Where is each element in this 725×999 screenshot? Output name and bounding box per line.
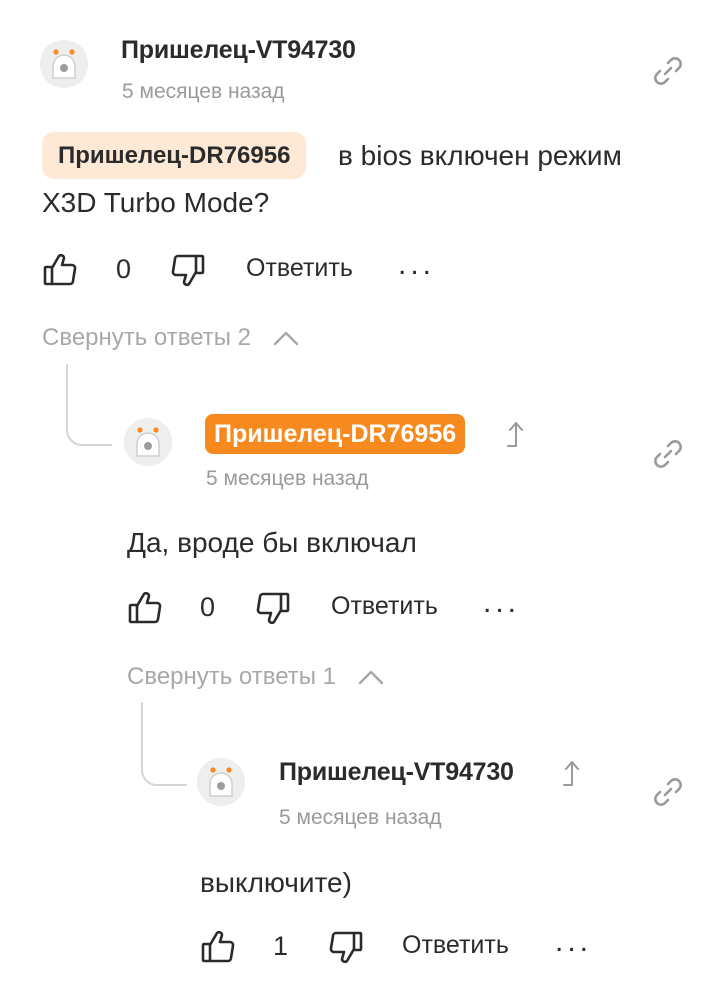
link-icon	[654, 778, 682, 806]
thumbs-up-icon	[201, 930, 235, 963]
chevron-up-icon	[273, 325, 299, 353]
link-icon	[654, 57, 682, 85]
like-count: 0	[200, 592, 216, 622]
copy-link-button[interactable]	[651, 54, 685, 88]
collapse-replies-button[interactable]: Свернуть ответы 1	[127, 663, 384, 692]
dislike-button[interactable]	[255, 590, 291, 626]
reply-button[interactable]: Ответить	[331, 592, 438, 621]
like-count: 1	[273, 931, 289, 961]
comment-text-line: в bios включен режим	[338, 140, 622, 171]
alien-avatar-icon	[197, 758, 245, 806]
dislike-button[interactable]	[328, 929, 364, 965]
alien-avatar-icon	[124, 418, 172, 466]
thread-connector	[141, 702, 189, 786]
copy-link-button[interactable]	[651, 437, 685, 471]
comment-author[interactable]: Пришелец-VT94730	[279, 758, 514, 787]
avatar[interactable]	[197, 758, 245, 806]
more-options-button[interactable]: ...	[398, 248, 435, 282]
like-count: 0	[116, 254, 132, 284]
comment-actions: 1 Ответить ...	[200, 925, 620, 969]
comment-text: Да, вроде бы включал	[127, 527, 417, 558]
jump-to-parent-button[interactable]	[560, 758, 584, 788]
avatar[interactable]	[124, 418, 172, 466]
avatar[interactable]	[40, 40, 88, 88]
alien-avatar-icon	[40, 40, 88, 88]
thumbs-down-icon	[171, 254, 205, 287]
thumbs-down-icon	[256, 592, 290, 625]
reply-button[interactable]: Ответить	[402, 931, 509, 960]
comment-author[interactable]: Пришелец-VT94730	[121, 36, 356, 65]
thumbs-up-icon	[128, 591, 162, 624]
thumbs-down-icon	[329, 931, 363, 964]
thumbs-up-icon	[43, 253, 77, 286]
reply-button[interactable]: Ответить	[246, 254, 353, 283]
comment-timestamp[interactable]: 5 месяцев назад	[279, 806, 442, 830]
chevron-up-icon	[358, 664, 384, 692]
copy-link-button[interactable]	[651, 775, 685, 809]
like-button[interactable]	[42, 252, 78, 288]
like-button[interactable]	[200, 929, 236, 965]
collapse-replies-label: Свернуть ответы 2	[42, 324, 252, 351]
collapse-replies-label: Свернуть ответы 1	[127, 663, 337, 690]
jump-to-parent-button[interactable]	[504, 419, 528, 449]
more-options-button[interactable]: ...	[483, 586, 520, 620]
comment-author-highlighted[interactable]: Пришелец-DR76956	[205, 414, 466, 454]
more-options-button[interactable]: ...	[555, 925, 592, 959]
thread-connector	[66, 364, 114, 446]
comments-thread: { "comments": [ { "author": "Пришелец-VT…	[0, 0, 725, 999]
link-icon	[654, 440, 682, 468]
comment-timestamp[interactable]: 5 месяцев назад	[122, 80, 285, 104]
comment-timestamp[interactable]: 5 месяцев назад	[206, 467, 369, 491]
jump-to-parent-icon	[563, 761, 579, 786]
comment-text-line: X3D Turbo Mode?	[42, 187, 270, 218]
jump-to-parent-icon	[507, 422, 523, 447]
collapse-replies-button[interactable]: Свернуть ответы 2	[42, 324, 299, 353]
user-mention-chip[interactable]: Пришелец-DR76956	[42, 132, 307, 179]
like-button[interactable]	[127, 590, 163, 626]
comment-text: выключите)	[200, 867, 352, 898]
comment-actions: 0 Ответить ...	[127, 586, 547, 630]
comment-actions: 0 Ответить ...	[42, 248, 462, 292]
dislike-button[interactable]	[170, 252, 206, 288]
